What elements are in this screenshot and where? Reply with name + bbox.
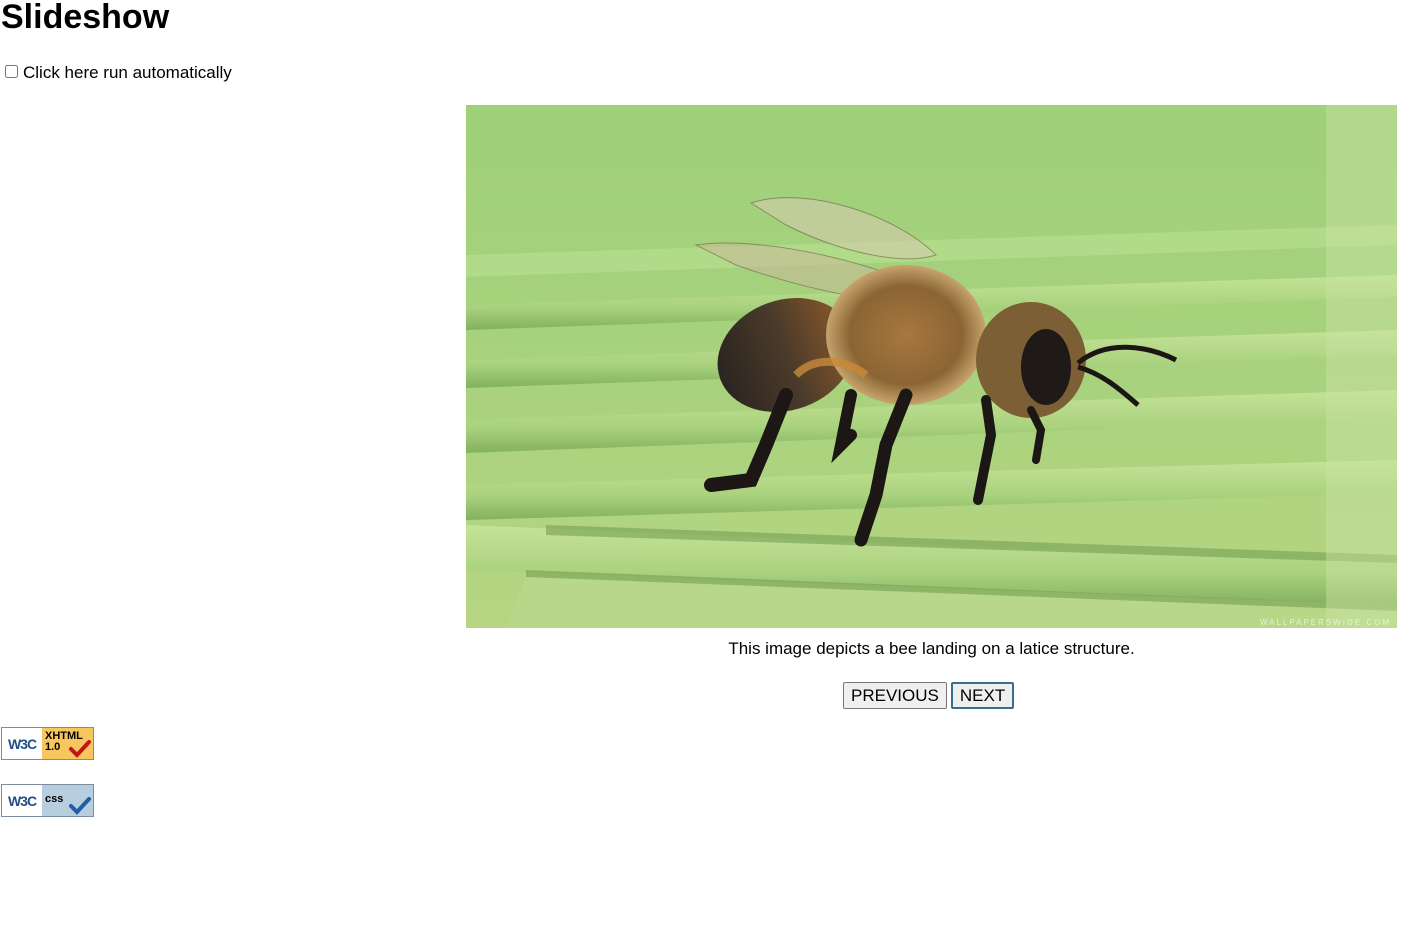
bee-photo-icon: WALLPAPERSWIDE.COM: [466, 105, 1397, 628]
previous-button[interactable]: PREVIOUS: [843, 682, 947, 709]
auto-run-label: Click here run automatically: [23, 63, 232, 82]
auto-run-option[interactable]: Click here run automatically: [5, 62, 232, 84]
next-button[interactable]: NEXT: [950, 682, 1015, 709]
slide-caption: This image depicts a bee landing on a la…: [728, 639, 1135, 658]
auto-run-checkbox[interactable]: [5, 64, 18, 78]
slide-image: WALLPAPERSWIDE.COM: [466, 105, 1397, 628]
w3c-css-badge[interactable]: W3C css: [1, 784, 94, 817]
page-title: Slideshow: [1, 0, 170, 36]
checkmark-icon: [69, 797, 91, 815]
checkmark-icon: [69, 740, 91, 758]
w3c-logo-icon: W3C: [7, 792, 37, 809]
w3c-logo-icon: W3C: [7, 735, 37, 752]
watermark: WALLPAPERSWIDE.COM: [1260, 618, 1391, 627]
slide-controls: PREVIOUS NEXT: [843, 682, 1015, 709]
w3c-xhtml-badge[interactable]: W3C XHTML 1.0: [1, 727, 94, 760]
